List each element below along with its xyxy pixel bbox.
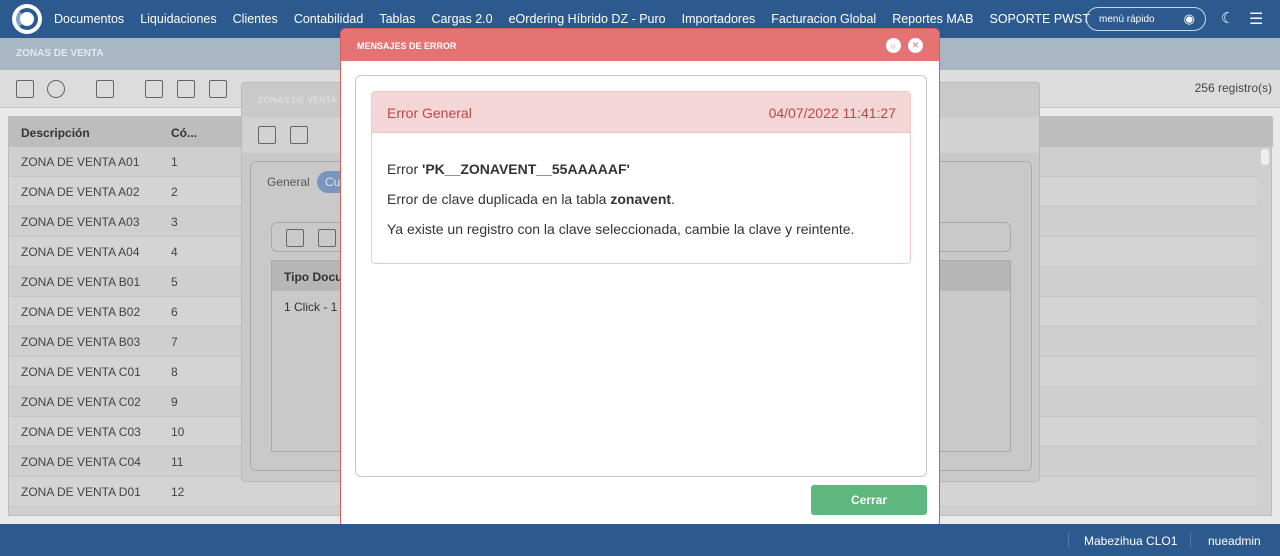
cell-description: ZONA DE VENTA A02 bbox=[21, 185, 140, 199]
header-code[interactable]: Có... bbox=[171, 126, 197, 140]
footer-user[interactable]: nueadmin bbox=[1208, 534, 1261, 548]
cell-code: 9 bbox=[171, 395, 178, 409]
tab-general[interactable]: General bbox=[267, 175, 310, 189]
cell-description: ZONA DE VENTA C04 bbox=[21, 455, 141, 469]
cell-description: ZONA DE VENTA C02 bbox=[21, 395, 141, 409]
error-line-table: Error de clave duplicada en la tabla zon… bbox=[387, 191, 675, 207]
error-card-header: Error General 04/07/2022 11:41:27 bbox=[372, 92, 910, 133]
maximize-icon[interactable]: ○ bbox=[886, 38, 901, 53]
nav-item[interactable]: Documentos bbox=[54, 12, 124, 26]
nav-item[interactable]: Clientes bbox=[233, 12, 278, 26]
cell-description: ZONA DE VENTA B03 bbox=[21, 335, 141, 349]
cell-description: ZONA DE VENTA C03 bbox=[21, 425, 141, 439]
nav-item[interactable]: Facturacion Global bbox=[771, 12, 876, 26]
error-line-table-prefix: Error de clave duplicada en la tabla bbox=[387, 191, 611, 207]
cell-code: 11 bbox=[171, 455, 184, 469]
cell-description: ZONA DE VENTA B02 bbox=[21, 305, 141, 319]
save-icon[interactable] bbox=[258, 126, 276, 144]
app-logo[interactable] bbox=[12, 4, 42, 34]
header-description[interactable]: Descripción bbox=[21, 126, 90, 140]
footer-divider bbox=[1068, 532, 1069, 548]
status-footer: Mabezihua CLO1 nueadmin bbox=[0, 524, 1280, 556]
sub-delete-icon[interactable] bbox=[318, 229, 336, 247]
nav-item[interactable]: SOPORTE PWST bbox=[989, 12, 1089, 26]
delete-icon[interactable] bbox=[96, 80, 114, 98]
help-icon[interactable] bbox=[209, 80, 227, 98]
moon-icon[interactable]: ☾ bbox=[1221, 9, 1234, 27]
page-title: ZONAS DE VENTA bbox=[16, 48, 104, 59]
cell-code: 12 bbox=[171, 485, 185, 499]
cell-description: ZONA DE VENTA B01 bbox=[21, 275, 141, 289]
error-line-hint: Ya existe un registro con la clave selec… bbox=[387, 221, 855, 237]
back-icon[interactable] bbox=[290, 126, 308, 144]
quick-menu-label: menú rápido bbox=[1099, 13, 1155, 25]
hamburger-menu-icon[interactable]: ☰ bbox=[1249, 9, 1263, 29]
nav-item[interactable]: Contabilidad bbox=[294, 12, 364, 26]
export-icon[interactable] bbox=[145, 80, 163, 98]
error-line-table-suffix: . bbox=[671, 191, 675, 207]
binoculars-icon: ◉ bbox=[1183, 11, 1195, 26]
close-icon[interactable]: ✕ bbox=[908, 38, 923, 53]
record-count: 256 registro(s) bbox=[1194, 81, 1272, 95]
footer-company[interactable]: Mabezihua CLO1 bbox=[1084, 534, 1177, 548]
main-menu: Documentos Liquidaciones Clientes Contabili… bbox=[54, 12, 1106, 26]
error-timestamp: 04/07/2022 11:41:27 bbox=[768, 105, 896, 121]
cell-description: ZONA DE VENTA D01 bbox=[21, 485, 141, 499]
error-modal-header: MENSAJES DE ERROR ○ ✕ bbox=[341, 29, 939, 61]
close-button[interactable]: Cerrar bbox=[811, 485, 927, 515]
error-modal-title: MENSAJES DE ERROR bbox=[357, 41, 457, 51]
cell-code: 4 bbox=[171, 245, 178, 259]
cell-code: 3 bbox=[171, 215, 178, 229]
error-code: 'PK__ZONAVENT__55AAAAAF' bbox=[422, 161, 630, 177]
cell-description: ZONA DE VENTA A04 bbox=[21, 245, 140, 259]
error-title: Error General bbox=[387, 105, 472, 121]
error-table: zonavent bbox=[610, 191, 672, 207]
footer-divider bbox=[1190, 532, 1191, 548]
refresh-icon[interactable] bbox=[47, 80, 65, 98]
cell-description: ZONA DE VENTA A03 bbox=[21, 215, 140, 229]
excel-export-icon[interactable] bbox=[177, 80, 195, 98]
error-line-code-prefix: Error bbox=[387, 161, 422, 177]
nav-item[interactable]: Cargas 2.0 bbox=[431, 12, 492, 26]
cell-description: ZONA DE VENTA C01 bbox=[21, 365, 141, 379]
grid-scrollbar[interactable] bbox=[1261, 149, 1269, 165]
error-modal-body: Error General 04/07/2022 11:41:27 Error … bbox=[355, 75, 927, 477]
cell-code: 6 bbox=[171, 305, 178, 319]
sub-new-icon[interactable] bbox=[286, 229, 304, 247]
error-card: Error General 04/07/2022 11:41:27 Error … bbox=[371, 91, 911, 264]
nav-item[interactable]: Tablas bbox=[379, 12, 415, 26]
cell-code: 10 bbox=[171, 425, 185, 439]
quick-menu-search[interactable]: menú rápido ◉ bbox=[1086, 7, 1206, 31]
nav-item[interactable]: Importadores bbox=[682, 12, 756, 26]
cell-code: 8 bbox=[171, 365, 178, 379]
error-line-code: Error 'PK__ZONAVENT__55AAAAAF' bbox=[387, 161, 630, 177]
error-modal: MENSAJES DE ERROR ○ ✕ Error General 04/0… bbox=[340, 28, 940, 528]
nav-item[interactable]: Liquidaciones bbox=[140, 12, 216, 26]
cell-code: 1 bbox=[171, 155, 178, 169]
cell-description: ZONA DE VENTA A01 bbox=[21, 155, 140, 169]
cell-code: 2 bbox=[171, 185, 178, 199]
cell-code: 7 bbox=[171, 335, 178, 349]
nav-item[interactable]: Reportes MAB bbox=[892, 12, 973, 26]
new-record-icon[interactable] bbox=[16, 80, 34, 98]
nav-item[interactable]: eOrdering Híbrido DZ - Puro bbox=[509, 12, 666, 26]
sub-grid-row[interactable]: 1 Click - 1 F bbox=[284, 300, 348, 314]
edit-dialog-title: ZONAS DE VENTA bbox=[258, 95, 337, 105]
cell-code: 5 bbox=[171, 275, 178, 289]
